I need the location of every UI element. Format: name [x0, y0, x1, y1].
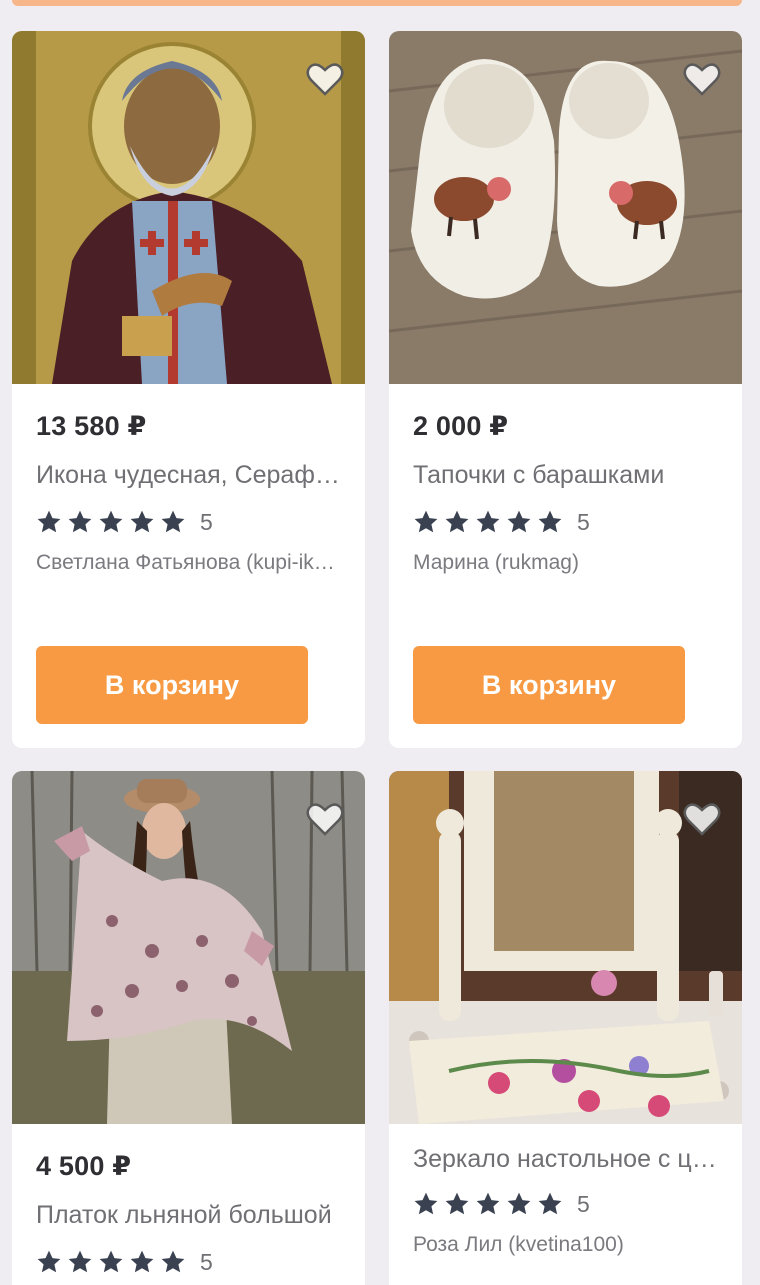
product-rating: 5 [413, 507, 590, 537]
star-icon [99, 510, 123, 533]
product-rating: 5 [413, 1189, 590, 1219]
product-card[interactable]: 2 000 ₽ Тапочки с барашками 5 Марина (ru… [389, 31, 742, 748]
product-card[interactable]: 13 580 ₽ Икона чудесная, Серафим Саровск… [12, 31, 365, 748]
star-icon [68, 510, 92, 533]
star-icon [414, 1192, 438, 1215]
star-icon [68, 1250, 92, 1273]
star-icon [130, 510, 154, 533]
star-icon [445, 510, 469, 533]
rating-stars [36, 1249, 186, 1275]
product-price: 4 500 ₽ [36, 1151, 132, 1181]
rating-stars [36, 509, 186, 535]
product-title[interactable]: Платок льняной большой [36, 1201, 341, 1230]
add-to-cart-button[interactable]: В корзину [36, 646, 308, 724]
star-icon [538, 1192, 562, 1215]
seller-name[interactable]: Марина (rukmag) [413, 551, 723, 575]
rating-stars [413, 1191, 563, 1217]
add-to-cart-button[interactable]: В корзину [413, 646, 685, 724]
product-title[interactable]: Икона чудесная, Серафим Саровский [36, 461, 341, 490]
star-icon [476, 1192, 500, 1215]
product-title[interactable]: Зеркало настольное с цветами [413, 1145, 718, 1174]
product-card[interactable]: Зеркало настольное с цветами 5 Роза Лил … [389, 771, 742, 1285]
favorite-heart-icon[interactable] [303, 59, 347, 99]
favorite-heart-icon[interactable] [303, 799, 347, 839]
star-icon [130, 1250, 154, 1273]
product-rating: 5 [36, 507, 213, 537]
star-icon [161, 1250, 185, 1273]
star-icon [445, 1192, 469, 1215]
favorite-heart-icon[interactable] [680, 799, 724, 839]
star-icon [414, 510, 438, 533]
rating-stars [413, 509, 563, 535]
rating-value: 5 [200, 508, 213, 535]
star-icon [37, 1250, 61, 1273]
star-icon [99, 1250, 123, 1273]
rating-value: 5 [577, 1190, 590, 1217]
product-card[interactable]: 4 500 ₽ Платок льняной большой 5 [12, 771, 365, 1285]
star-icon [161, 510, 185, 533]
favorite-heart-icon[interactable] [680, 59, 724, 99]
star-icon [507, 1192, 531, 1215]
product-rating: 5 [36, 1247, 213, 1277]
seller-name[interactable]: Светлана Фатьянова (kupi-ikonu) [36, 551, 346, 575]
product-price: 2 000 ₽ [413, 411, 509, 441]
product-price: 13 580 ₽ [36, 411, 147, 441]
seller-name[interactable]: Роза Лил (kvetina100) [413, 1233, 723, 1257]
star-icon [37, 510, 61, 533]
star-icon [538, 510, 562, 533]
star-icon [507, 510, 531, 533]
product-title[interactable]: Тапочки с барашками [413, 461, 718, 490]
star-icon [476, 510, 500, 533]
previous-item-edge [12, 0, 742, 6]
rating-value: 5 [577, 508, 590, 535]
rating-value: 5 [200, 1248, 213, 1275]
